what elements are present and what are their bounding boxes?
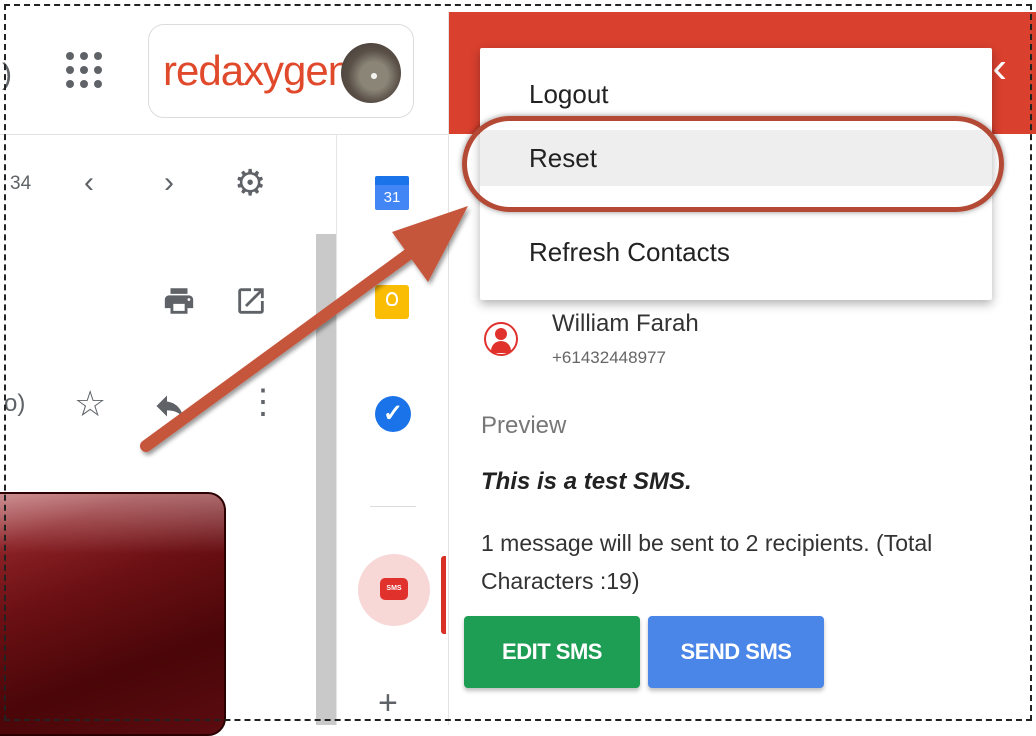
annotation-arrow bbox=[140, 206, 468, 452]
